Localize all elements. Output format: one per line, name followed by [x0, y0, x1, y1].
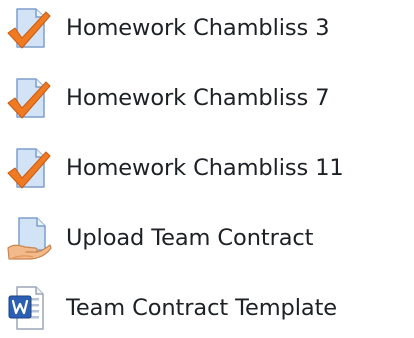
word-document-icon [5, 284, 53, 332]
assignment-icon [5, 74, 53, 122]
assignment-icon [5, 144, 53, 192]
activity-homework-chambliss-7[interactable]: Homework Chambliss 7 [0, 70, 414, 126]
activity-label: Homework Chambliss 3 [66, 15, 330, 41]
activity-label: Team Contract Template [66, 295, 338, 321]
activity-team-contract-template[interactable]: Team Contract Template [0, 280, 414, 336]
activity-homework-chambliss-11[interactable]: Homework Chambliss 11 [0, 140, 414, 196]
activity-label: Homework Chambliss 7 [66, 85, 330, 111]
activity-upload-team-contract[interactable]: Upload Team Contract [0, 210, 414, 266]
activity-label: Upload Team Contract [66, 225, 314, 251]
activity-label: Homework Chambliss 11 [66, 155, 344, 181]
activity-homework-chambliss-3[interactable]: Homework Chambliss 3 [0, 0, 414, 56]
upload-icon [5, 214, 53, 262]
activity-list: Homework Chambliss 3 Homework Chambliss … [0, 0, 414, 338]
assignment-icon [5, 4, 53, 52]
